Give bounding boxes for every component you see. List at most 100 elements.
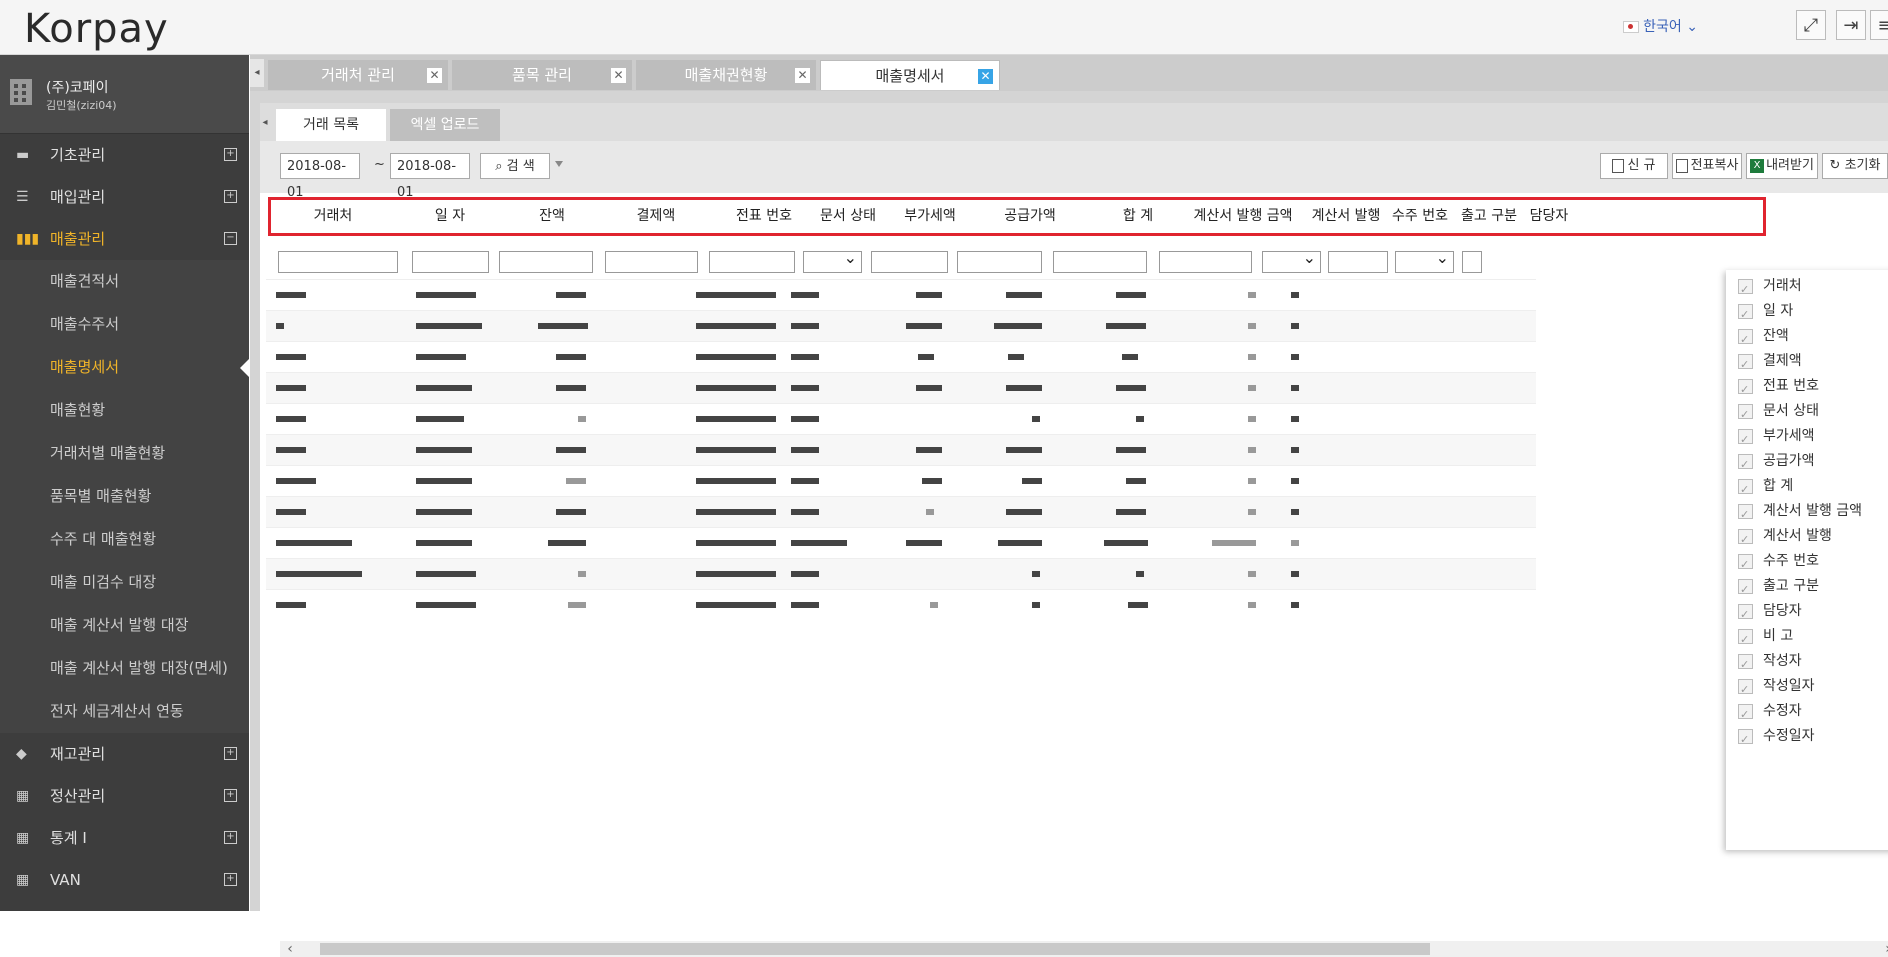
menu-sales[interactable]: ▮▮▮ 매출관리 − xyxy=(0,218,249,260)
filter-shipment-select[interactable] xyxy=(1395,248,1454,273)
submenu-invoice-ledger-exempt[interactable]: 매출 계산서 발행 대장(면세) xyxy=(0,647,249,690)
filter-invoice-amount-input[interactable] xyxy=(1159,251,1252,273)
filter-order-input[interactable] xyxy=(1328,251,1388,273)
column-toggle[interactable]: 출고 구분 xyxy=(1738,572,1819,604)
submenu-sales-statement[interactable]: 매출명세서 xyxy=(0,346,249,389)
copy-voucher-button[interactable]: 전표복사 xyxy=(1672,153,1742,179)
column-toggle[interactable]: 수주 번호 xyxy=(1738,547,1819,579)
table-row[interactable] xyxy=(266,527,1536,559)
column-toggle[interactable]: 수정일자 xyxy=(1738,722,1815,754)
fullscreen-icon[interactable]: ⤢ xyxy=(1796,10,1826,40)
submenu-sales-by-item[interactable]: 품목별 매출현황 xyxy=(0,475,249,518)
menu-inventory[interactable]: ◆ 재고관리 + xyxy=(0,733,249,775)
column-toggle[interactable]: 수정자 xyxy=(1738,697,1802,729)
scrollbar-thumb[interactable] xyxy=(320,943,1430,955)
filter-date-input[interactable] xyxy=(412,251,489,273)
search-label: 검 색 xyxy=(506,159,535,174)
column-toggle[interactable]: 결제액 xyxy=(1738,347,1802,379)
menu-settlement[interactable]: ▦ 정산관리 + xyxy=(0,775,249,817)
subtab-transaction-list[interactable]: 거래 목록 xyxy=(276,109,386,141)
close-icon[interactable]: ✕ xyxy=(427,68,442,83)
submenu-sales-quote[interactable]: 매출견적서 xyxy=(0,260,249,303)
submenu-uninspected-ledger[interactable]: 매출 미검수 대장 xyxy=(0,561,249,604)
tab-item-management[interactable]: 품목 관리 ✕ xyxy=(452,60,632,90)
menu-label: 매입관리 xyxy=(50,188,106,206)
horizontal-scrollbar[interactable]: ‹ › xyxy=(280,941,1888,957)
submenu-invoice-ledger[interactable]: 매출 계산서 발행 대장 xyxy=(0,604,249,647)
column-toggle[interactable]: 공급가액 xyxy=(1738,447,1815,479)
filter-manager-input[interactable] xyxy=(1462,251,1482,273)
subtab-excel-upload[interactable]: 엑셀 업로드 xyxy=(390,109,500,141)
table-row[interactable] xyxy=(266,279,1536,311)
submenu-sales-by-client[interactable]: 거래처별 매출현황 xyxy=(0,432,249,475)
table-row[interactable] xyxy=(266,496,1536,528)
submenu-order-vs-sales[interactable]: 수주 대 매출현황 xyxy=(0,518,249,561)
menu-van[interactable]: ▦ VAN + xyxy=(0,859,249,901)
filter-client-input[interactable] xyxy=(278,251,398,273)
filter-voucher-input[interactable] xyxy=(709,251,795,273)
submenu-e-tax-invoice[interactable]: 전자 세금계산서 연동 xyxy=(0,690,249,733)
menu-purchase[interactable]: ☰ 매입관리 + xyxy=(0,176,249,218)
date-from-input[interactable]: 2018-08-01 xyxy=(280,153,360,200)
column-toggle[interactable]: 계산서 발행 xyxy=(1738,522,1832,554)
refresh-icon: ↻ xyxy=(1829,158,1841,173)
table-row[interactable] xyxy=(266,341,1536,373)
filter-vat-input[interactable] xyxy=(871,251,948,273)
filter-supply-input[interactable] xyxy=(957,251,1042,273)
table-row[interactable] xyxy=(266,372,1536,404)
reset-button[interactable]: ↻ 초기화 xyxy=(1822,153,1888,179)
korpay-logo[interactable]: Korpay xyxy=(24,6,169,52)
scroll-right-icon[interactable]: › xyxy=(1878,941,1888,957)
language-selector[interactable]: 한국어 ⌄ xyxy=(1623,16,1698,36)
column-toggle[interactable]: 합 계 xyxy=(1738,472,1793,504)
filter-balance-input[interactable] xyxy=(499,251,593,273)
tab-receivables[interactable]: 매출채권현황 ✕ xyxy=(636,60,816,90)
expand-icon: + xyxy=(224,789,237,802)
column-toggle[interactable]: 계산서 발행 금액 xyxy=(1738,497,1862,529)
date-to-input[interactable]: 2018-08-01 xyxy=(390,153,470,200)
table-row[interactable] xyxy=(266,434,1536,466)
excel-download-button[interactable]: X 내려받기 xyxy=(1746,153,1818,179)
tab-scroll-left-icon[interactable]: ◂ xyxy=(250,59,264,87)
menu-basic[interactable]: ▬ 기초관리 + xyxy=(0,134,249,176)
column-toggle[interactable]: 잔액 xyxy=(1738,322,1789,354)
chevron-down-icon: ⌄ xyxy=(1686,19,1698,35)
close-icon[interactable]: ✕ xyxy=(795,68,810,83)
table-row[interactable] xyxy=(266,465,1536,497)
submenu-sales-status[interactable]: 매출현황 xyxy=(0,389,249,432)
column-toggle-label: 출고 구분 xyxy=(1763,578,1819,594)
column-toggle[interactable]: 작성자 xyxy=(1738,647,1802,679)
column-toggle[interactable]: 비 고 xyxy=(1738,622,1793,654)
table-row[interactable] xyxy=(266,589,1536,621)
logout-icon[interactable]: ⇥ xyxy=(1836,10,1866,40)
tab-sales-statement[interactable]: 매출명세서 ✕ xyxy=(820,60,1000,90)
close-icon[interactable]: ✕ xyxy=(611,68,626,83)
filter-status-select[interactable] xyxy=(803,248,862,273)
column-toggle[interactable]: 작성일자 xyxy=(1738,672,1815,704)
scroll-left-icon[interactable]: ‹ xyxy=(280,941,300,957)
table-row[interactable] xyxy=(266,403,1536,435)
filter-payment-input[interactable] xyxy=(605,251,698,273)
table-row[interactable] xyxy=(266,310,1536,342)
calculator-icon: ▦ xyxy=(16,830,30,846)
column-toggle[interactable]: 거래처 xyxy=(1738,272,1802,304)
search-dropdown-icon[interactable] xyxy=(555,161,563,167)
column-toggle[interactable]: 전표 번호 xyxy=(1738,372,1819,404)
column-toggle[interactable]: 일 자 xyxy=(1738,297,1793,329)
close-icon[interactable]: ✕ xyxy=(978,69,993,84)
filter-total-input[interactable] xyxy=(1053,251,1147,273)
expand-icon: + xyxy=(224,148,237,161)
menu-statistics[interactable]: ▦ 통계 I + xyxy=(0,817,249,859)
table-row[interactable] xyxy=(266,558,1536,590)
column-toggle-label: 결제액 xyxy=(1763,353,1802,369)
tab-client-management[interactable]: 거래처 관리 ✕ xyxy=(268,60,448,90)
submenu-sales-order[interactable]: 매출수주서 xyxy=(0,303,249,346)
search-button[interactable]: ⌕ 검 색 xyxy=(480,153,550,179)
column-toggle[interactable]: 담당자 xyxy=(1738,597,1802,629)
subtab-scroll-left-icon[interactable]: ◂ xyxy=(260,109,270,141)
column-toggle[interactable]: 부가세액 xyxy=(1738,422,1815,454)
hamburger-menu-icon[interactable]: ≡ xyxy=(1870,10,1888,40)
filter-invoice-issued-select[interactable] xyxy=(1262,248,1321,273)
column-toggle[interactable]: 문서 상태 xyxy=(1738,397,1819,429)
new-button[interactable]: 신 규 xyxy=(1600,153,1668,179)
